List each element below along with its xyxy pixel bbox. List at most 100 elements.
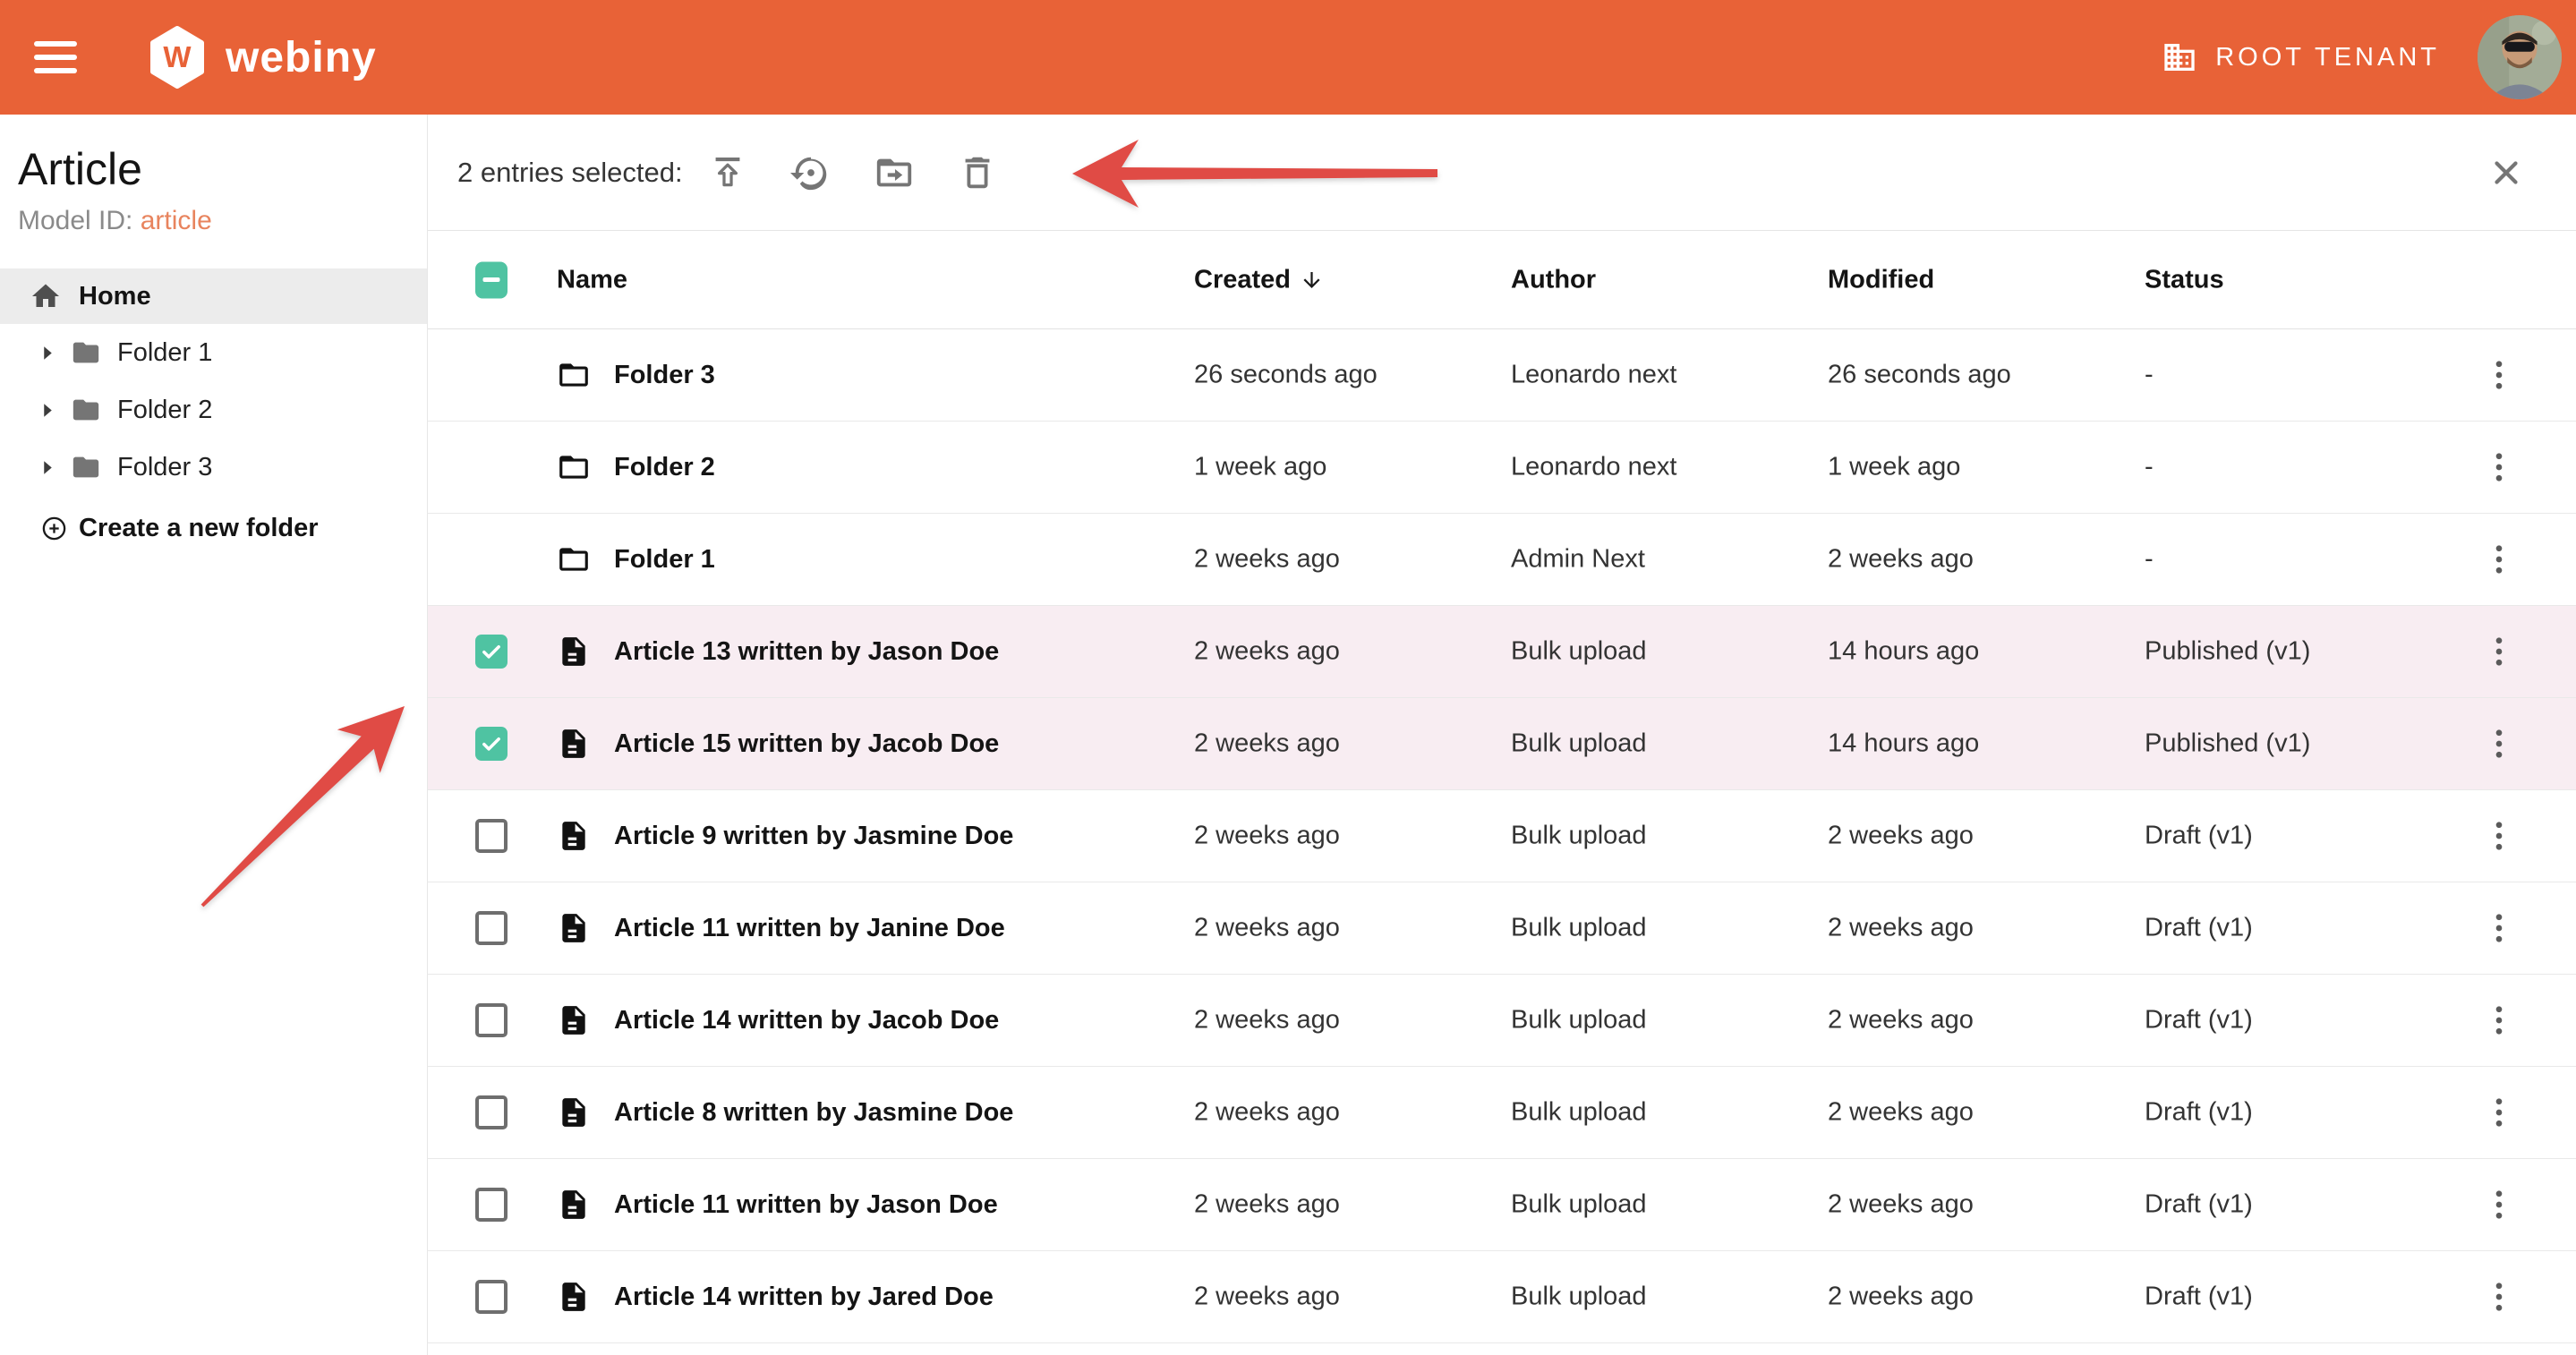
column-header-name[interactable]: Name — [557, 265, 627, 294]
cell-created: 2 weeks ago — [1194, 1006, 1340, 1035]
select-all-checkbox[interactable] — [475, 261, 508, 298]
row-menu-button[interactable] — [2480, 1094, 2518, 1131]
table-row[interactable]: Article 9 written by Jasmine Doe2 weeks … — [428, 790, 2576, 882]
menu-icon[interactable] — [34, 41, 77, 73]
document-icon — [557, 1003, 591, 1037]
cell-status: Draft (v1) — [2145, 1190, 2253, 1220]
table-row[interactable]: Article 8 written by Jasmine Doe 2 weeks … — [428, 1067, 2576, 1159]
entry-row-name: Article 11 written by Jason Doe — [557, 1188, 998, 1222]
table-row[interactable]: Article 14 written by Jared Doe2 weeks a… — [428, 1251, 2576, 1343]
cell-author: Bulk upload — [1511, 1006, 1647, 1035]
cell-author: Bulk upload — [1511, 822, 1647, 851]
cell-status: Draft (v1) — [2145, 822, 2253, 851]
table-row[interactable]: Article 14 written by Jacob Doe2 weeks a… — [428, 975, 2576, 1067]
row-checkbox[interactable] — [475, 1280, 508, 1314]
cell-created: 2 weeks ago — [1194, 1190, 1340, 1220]
row-menu-button[interactable] — [2480, 1278, 2518, 1316]
create-folder-button[interactable]: Create a new folder — [0, 499, 427, 557]
row-menu-button[interactable] — [2480, 817, 2518, 855]
row-name-label: Article 13 written by Jason Doe — [614, 637, 999, 667]
cell-modified: 14 hours ago — [1828, 637, 1979, 667]
row-menu-button[interactable] — [2480, 633, 2518, 670]
entry-row-name: Article 8 written by Jasmine Doe — [557, 1095, 1013, 1129]
model-id-label: Model ID: — [18, 206, 132, 235]
column-header-modified[interactable]: Modified — [1828, 265, 1934, 294]
content-area: 2 entries selected: — [428, 115, 2576, 1355]
entry-row-name: Article 11 written by Janine Doe — [557, 911, 1005, 945]
cell-modified: 2 weeks ago — [1828, 1283, 1974, 1312]
delete-button[interactable] — [957, 152, 998, 193]
user-avatar[interactable] — [2478, 15, 2562, 99]
row-menu-button[interactable] — [2480, 725, 2518, 763]
row-checkbox[interactable] — [475, 1003, 508, 1037]
cell-modified: 2 weeks ago — [1828, 914, 1974, 943]
row-name-label: Folder 1 — [614, 545, 715, 575]
row-menu-button[interactable] — [2480, 448, 2518, 486]
sidebar-item-folder-2[interactable]: Folder 2 — [0, 381, 427, 439]
svg-text:W: W — [163, 40, 192, 73]
row-menu-button[interactable] — [2480, 1001, 2518, 1039]
cell-status: - — [2145, 545, 2154, 575]
document-icon — [557, 1188, 591, 1222]
row-checkbox-checked[interactable] — [475, 727, 508, 761]
cell-modified: 2 weeks ago — [1828, 1098, 1974, 1128]
row-name-label: Article 15 written by Jacob Doe — [614, 729, 999, 759]
cell-author: Bulk upload — [1511, 1283, 1647, 1312]
cell-modified: 2 weeks ago — [1828, 822, 1974, 851]
row-menu-button[interactable] — [2480, 909, 2518, 947]
row-menu-button[interactable] — [2480, 1186, 2518, 1223]
table-row[interactable]: Article 15 written by Jacob Doe 2 weeks a… — [428, 698, 2576, 790]
publish-button[interactable] — [707, 152, 748, 193]
table-row[interactable]: Article 13 written by Jason Doe 2 weeks a… — [428, 606, 2576, 698]
cell-created: 2 weeks ago — [1194, 914, 1340, 943]
sidebar-item-folder-3[interactable]: Folder 3 — [0, 439, 427, 496]
column-header-created[interactable]: Created — [1194, 265, 1324, 294]
sidebar-item-label: Folder 3 — [117, 453, 212, 482]
document-icon — [557, 635, 591, 669]
close-selection-button[interactable] — [2487, 154, 2525, 192]
cell-modified: 2 weeks ago — [1828, 545, 1974, 575]
app-bar: W webiny ROOT TENANT — [0, 0, 2576, 115]
model-id-value[interactable]: article — [141, 206, 212, 235]
table-row[interactable]: Article 11 written by Janine Doe 2 weeks … — [428, 882, 2576, 975]
brand-wordmark: webiny — [226, 33, 377, 82]
sidebar-item-label: Folder 1 — [117, 338, 212, 368]
table-row[interactable]: Folder 12 weeks agoAdmin Next2 weeks ago… — [428, 514, 2576, 606]
cell-author: Bulk upload — [1511, 1098, 1647, 1128]
cell-created: 2 weeks ago — [1194, 729, 1340, 759]
cell-status: - — [2145, 453, 2154, 482]
move-button[interactable] — [874, 152, 915, 193]
cell-created: 2 weeks ago — [1194, 822, 1340, 851]
row-checkbox-checked[interactable] — [475, 635, 508, 669]
chevron-right-icon[interactable] — [42, 403, 54, 418]
delete-icon — [957, 152, 998, 193]
column-header-status[interactable]: Status — [2145, 265, 2224, 294]
table-header: Name Created Author Modified Status — [428, 231, 2576, 329]
row-checkbox[interactable] — [475, 911, 508, 945]
table-row[interactable]: Folder 326 seconds agoLeonardo next26 se… — [428, 329, 2576, 422]
row-menu-button[interactable] — [2480, 356, 2518, 394]
cell-status: - — [2145, 361, 2154, 390]
cell-author: Leonardo next — [1511, 361, 1676, 390]
row-checkbox[interactable] — [475, 819, 508, 853]
row-checkbox[interactable] — [475, 1188, 508, 1222]
webiny-hexagon-icon: W — [149, 25, 206, 89]
cell-created: 2 weeks ago — [1194, 637, 1340, 667]
entry-row-name: Article 13 written by Jason Doe — [557, 635, 999, 669]
table-row[interactable]: Folder 21 week agoLeonardo next1 week ag… — [428, 422, 2576, 514]
tenant-selector[interactable]: ROOT TENANT — [2162, 39, 2440, 75]
building-icon — [2162, 39, 2197, 75]
row-name-label: Article 11 written by Jason Doe — [614, 1190, 998, 1220]
row-checkbox[interactable] — [475, 1095, 508, 1129]
table-body: Folder 326 seconds agoLeonardo next26 se… — [428, 329, 2576, 1343]
unpublish-button[interactable] — [790, 152, 832, 193]
table-row[interactable]: Article 11 written by Jason Doe 2 weeks a… — [428, 1159, 2576, 1251]
sidebar-item-folder-1[interactable]: Folder 1 — [0, 324, 427, 381]
row-menu-button[interactable] — [2480, 541, 2518, 578]
sidebar-item-home[interactable]: Home — [0, 268, 427, 324]
create-folder-label: Create a new folder — [79, 514, 319, 543]
cell-created: 1 week ago — [1194, 453, 1326, 482]
chevron-right-icon[interactable] — [42, 460, 54, 475]
chevron-right-icon[interactable] — [42, 345, 54, 361]
column-header-author[interactable]: Author — [1511, 265, 1596, 294]
